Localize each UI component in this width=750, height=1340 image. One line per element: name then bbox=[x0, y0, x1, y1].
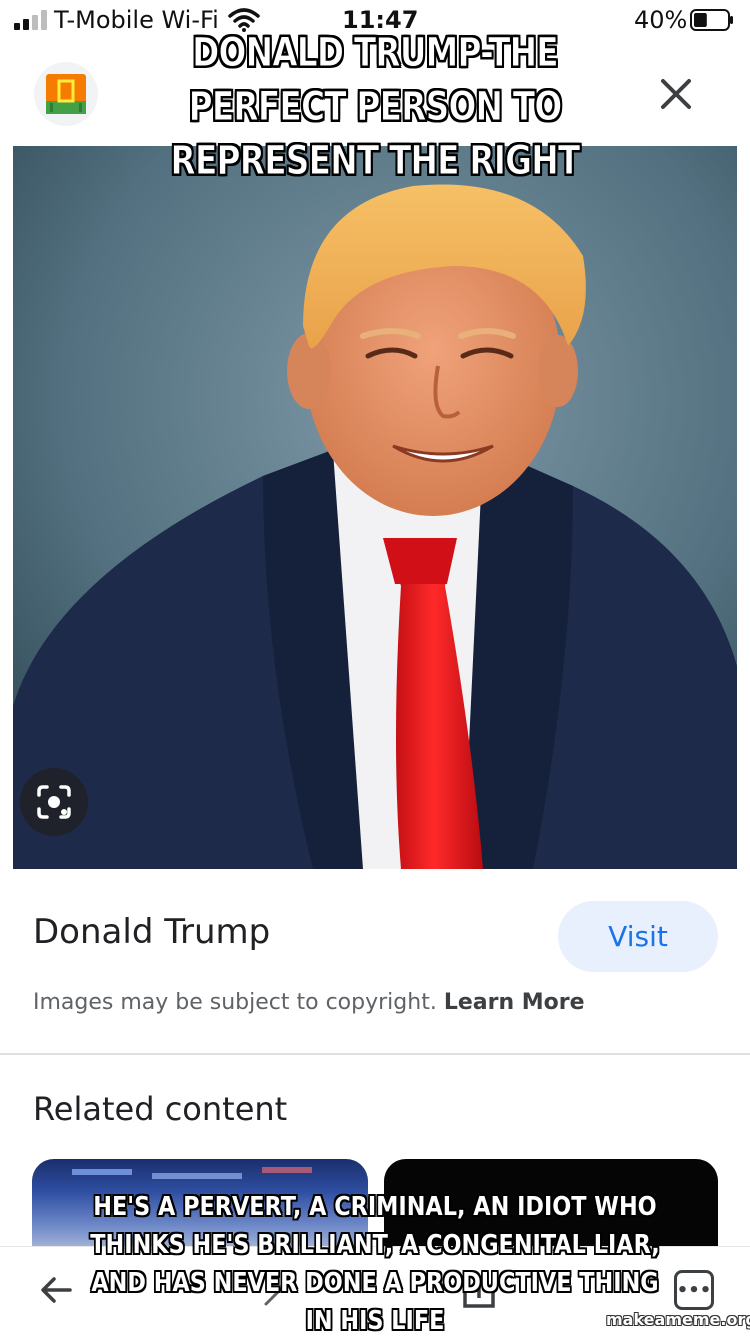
related-content-heading: Related content bbox=[33, 1090, 288, 1128]
copyright-text: Images may be subject to copyright. bbox=[33, 990, 437, 1015]
more-options-icon[interactable]: ••• bbox=[674, 1270, 714, 1310]
visit-button[interactable]: Visit bbox=[558, 901, 718, 972]
back-arrow-icon[interactable] bbox=[36, 1270, 76, 1310]
portrait-photo[interactable] bbox=[13, 146, 737, 869]
signal-strength-icon bbox=[14, 10, 47, 30]
learn-more-link[interactable]: Learn More bbox=[444, 990, 585, 1015]
meme-top-caption: DONALD TRUMP-THE PERFECT PERSON TO REPRE… bbox=[170, 30, 581, 185]
section-divider bbox=[0, 1053, 750, 1055]
battery-icon bbox=[690, 9, 733, 31]
close-icon[interactable] bbox=[652, 70, 700, 118]
lens-glyph bbox=[37, 785, 71, 819]
google-lens-icon[interactable] bbox=[20, 768, 88, 836]
meme-bottom-caption: HE'S A PERVERT, A CRIMINAL, AN IDIOT WHO… bbox=[90, 1192, 660, 1336]
copyright-notice: Images may be subject to copyright. Lear… bbox=[33, 990, 585, 1015]
result-title[interactable]: Donald Trump bbox=[33, 912, 270, 952]
site-favicon-icon[interactable] bbox=[34, 62, 98, 126]
favicon-graphic bbox=[46, 74, 86, 114]
portrait-illustration bbox=[13, 146, 737, 869]
meme-watermark: makeameme.org bbox=[606, 1310, 750, 1329]
battery-percent: 40% bbox=[634, 6, 688, 34]
